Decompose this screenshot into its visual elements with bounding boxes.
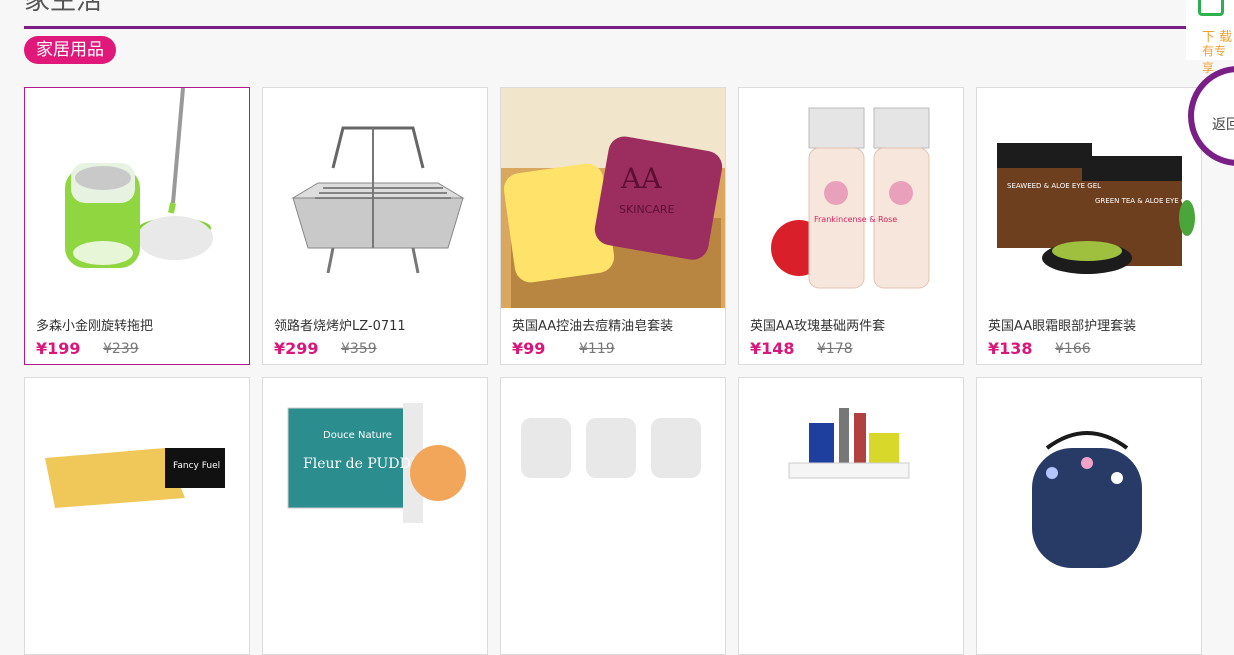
product-image[interactable]: SEAWEED & ALOE EYE GEL GREEN TEA & ALOE … [977, 88, 1201, 308]
product-card[interactable]: 多森小金刚旋转拖把 ¥199 ¥239 [24, 87, 250, 365]
product-image[interactable] [739, 378, 963, 598]
product-card[interactable] [500, 377, 726, 655]
product-name[interactable]: 英国AA眼霜眼部护理套装 [988, 315, 1136, 334]
product-card[interactable]: Douce Nature Fleur de PUDDING [262, 377, 488, 655]
product-original-price: ¥239 [103, 341, 139, 357]
product-card[interactable]: AA SKINCARE 英国AA控油去痘精油皂套装 ¥99 ¥119 [500, 87, 726, 365]
product-original-price: ¥359 [341, 341, 377, 357]
product-card[interactable] [976, 377, 1202, 655]
product-card[interactable]: Frankincense & Rose 英国AA玫瑰基础两件套 ¥148 ¥17… [738, 87, 964, 365]
product-image[interactable] [263, 88, 487, 308]
soap-label-text: SKINCARE [619, 203, 675, 216]
section-divider [24, 26, 1190, 29]
product-image[interactable] [977, 378, 1201, 598]
product-original-price: ¥166 [1055, 341, 1091, 357]
product-original-price: ¥119 [579, 341, 615, 357]
section-title: 家生活 [24, 0, 103, 16]
product-price: ¥138 [988, 339, 1033, 358]
soap-logo-text: AA [620, 162, 662, 195]
product-image[interactable]: Douce Nature Fleur de PUDDING [263, 378, 487, 598]
product-name[interactable]: 英国AA玫瑰基础两件套 [750, 315, 885, 334]
category-tag[interactable]: 家居用品 [24, 36, 116, 64]
cheese-brand-text: Douce Nature [323, 430, 392, 441]
product-image[interactable]: Fancy Fuel [25, 378, 249, 598]
product-card[interactable]: Fancy Fuel [24, 377, 250, 655]
product-card[interactable] [738, 377, 964, 655]
product-price: ¥299 [274, 339, 319, 358]
product-image[interactable]: Frankincense & Rose [739, 88, 963, 308]
box-brand-text: Fancy Fuel [173, 461, 220, 471]
product-image[interactable]: AA SKINCARE [501, 88, 725, 308]
lotion-label-text: Frankincense & Rose [814, 215, 897, 224]
product-image[interactable] [501, 378, 725, 598]
product-card[interactable]: SEAWEED & ALOE EYE GEL GREEN TEA & ALOE … [976, 87, 1202, 365]
product-price: ¥148 [750, 339, 795, 358]
product-name[interactable]: 多森小金刚旋转拖把 [36, 315, 153, 334]
product-name[interactable]: 英国AA控油去痘精油皂套装 [512, 315, 673, 334]
product-original-price: ¥178 [817, 341, 853, 357]
qr-code-icon [1198, 0, 1224, 16]
product-image[interactable] [25, 88, 249, 308]
back-label: 返回 [1212, 117, 1234, 133]
product-price: ¥199 [36, 339, 81, 358]
product-name[interactable]: 领路者烧烤炉LZ-0711 [274, 315, 406, 334]
jar2-label-text: GREEN TEA & ALOE EYE GEL [1095, 197, 1195, 205]
app-download-widget[interactable]: 下 载 有专享 [1186, 0, 1234, 75]
product-card[interactable]: 领路者烧烤炉LZ-0711 ¥299 ¥359 [262, 87, 488, 365]
jar1-label-text: SEAWEED & ALOE EYE GEL [1007, 182, 1101, 190]
product-price: ¥99 [512, 339, 546, 358]
